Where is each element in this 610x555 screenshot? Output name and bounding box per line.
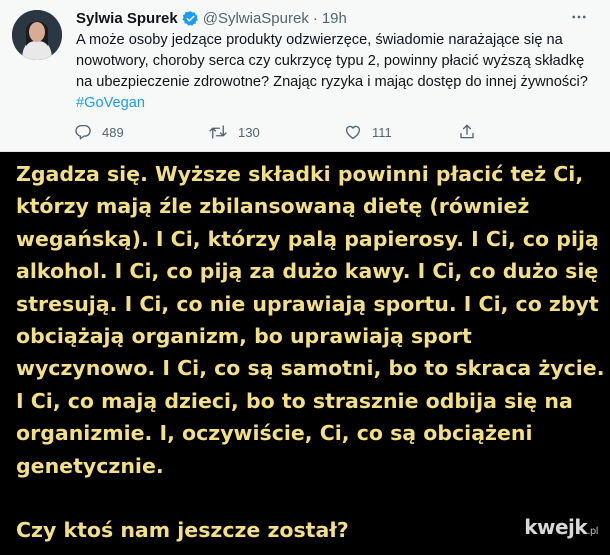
tweet-card: Sylwia Spurek @SylwiaSpurek · 19h A może…: [0, 0, 610, 152]
like-icon: [344, 123, 362, 141]
retweet-count: 130: [238, 124, 260, 140]
share-button[interactable]: [458, 123, 476, 141]
more-icon[interactable]: [568, 6, 590, 28]
retweet-icon: [208, 123, 228, 141]
reply-icon: [74, 123, 92, 141]
watermark-suffix: .pl: [587, 526, 598, 537]
watermark-main: kwejk: [524, 515, 588, 539]
reply-button[interactable]: 489: [74, 123, 208, 141]
meme-caption: Zgadza się. Wyższe składki powinni płaci…: [16, 162, 605, 543]
watermark: kwejk.pl: [524, 515, 598, 539]
reply-count: 489: [102, 124, 124, 140]
tweet-actions: 489 130 111: [74, 122, 476, 142]
retweet-button[interactable]: 130: [208, 123, 344, 141]
avatar[interactable]: [12, 10, 62, 60]
like-button[interactable]: 111: [344, 123, 458, 141]
tweet-body: A może osoby jedzące produkty odzwierzęc…: [76, 32, 588, 90]
like-count: 111: [372, 124, 392, 140]
share-icon: [458, 123, 476, 141]
tweet-header: Sylwia Spurek @SylwiaSpurek · 19h: [76, 8, 347, 28]
tweet-text: A może osoby jedzące produkty odzwierzęc…: [76, 30, 596, 114]
tweet-timestamp[interactable]: 19h: [322, 10, 347, 27]
author-handle[interactable]: @SylwiaSpurek: [203, 10, 309, 27]
hashtag-link[interactable]: #GoVegan: [76, 95, 145, 111]
author-name[interactable]: Sylwia Spurek: [76, 10, 178, 27]
meme-panel: Zgadza się. Wyższe składki powinni płaci…: [0, 152, 610, 555]
separator-dot: ·: [312, 9, 318, 27]
verified-icon: [182, 10, 199, 27]
